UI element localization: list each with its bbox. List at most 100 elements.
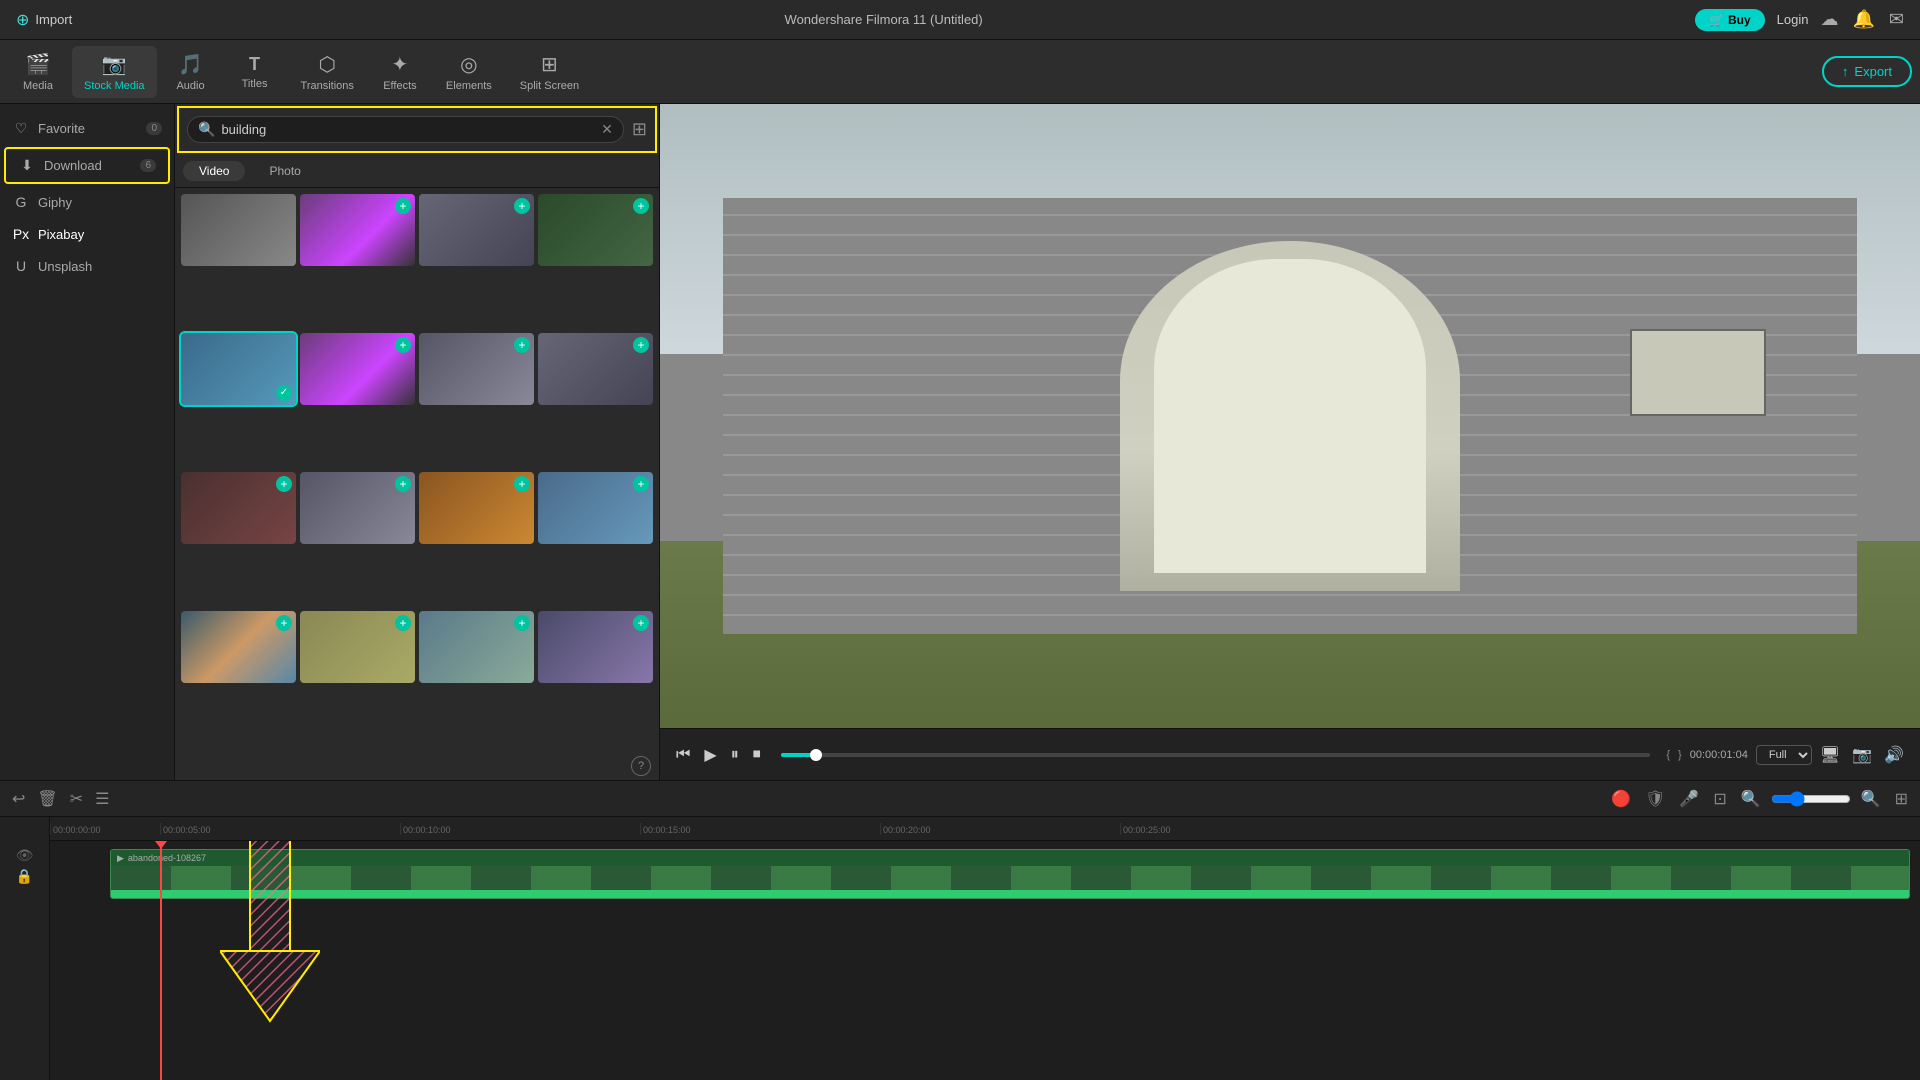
toolbar-item-elements[interactable]: ◎ Elements <box>434 46 504 98</box>
sidebar-item-favorite[interactable]: ♡ Favorite 0 <box>0 112 174 145</box>
quality-select[interactable]: Full 1/2 1/4 <box>1756 745 1812 765</box>
media-thumb-2[interactable]: + <box>300 194 415 266</box>
thumb-plus-6[interactable]: + <box>395 337 411 353</box>
shield-button[interactable]: 🛡 <box>1641 785 1669 813</box>
ruler-mark-2: 00:00:10:00 <box>400 823 640 835</box>
ruler-time-2: 00:00:10:00 <box>403 825 451 835</box>
list-button[interactable]: ☰ <box>91 785 113 813</box>
sidebar: ♡ Favorite 0 ⬇ Download 6 G Giphy <box>0 104 175 780</box>
toolbar-item-split-screen[interactable]: ⊞ Split Screen <box>508 46 591 98</box>
media-thumb-7[interactable]: + <box>419 333 534 405</box>
media-thumb-1[interactable] <box>181 194 296 266</box>
media-thumb-10[interactable]: + <box>300 472 415 544</box>
bell-icon[interactable]: 🔔 <box>1852 9 1874 30</box>
toolbar-item-effects[interactable]: ✦ Effects <box>370 46 430 98</box>
grid-view-button[interactable]: ⊞ <box>1891 785 1912 813</box>
media-thumb-8[interactable]: + <box>538 333 653 405</box>
media-grid: + + + ✓ + <box>175 188 659 752</box>
audio-label: Audio <box>176 80 204 92</box>
sidebar-item-download[interactable]: ⬇ Download 6 <box>6 149 168 182</box>
thumb-plus-9[interactable]: + <box>276 476 292 492</box>
search-clear-icon[interactable]: ✕ <box>601 121 613 138</box>
tab-video[interactable]: Video <box>183 161 245 181</box>
thumb-plus-16[interactable]: + <box>633 615 649 631</box>
timeline-toolbar: ↩ 🗑 ✂ ☰ 🔴 🛡 🎤 ⊡ 🔍 🔍 ⊞ <box>0 781 1920 817</box>
thumb-plus-2[interactable]: + <box>395 198 411 214</box>
magnet-button[interactable]: 🔴 <box>1607 785 1635 813</box>
search-input[interactable] <box>221 122 595 137</box>
thumb-check-5: ✓ <box>276 385 292 401</box>
thumb-plus-10[interactable]: + <box>395 476 411 492</box>
media-thumb-13[interactable]: + <box>181 611 296 683</box>
media-thumb-16[interactable]: + <box>538 611 653 683</box>
media-thumb-11[interactable]: + <box>419 472 534 544</box>
mail-icon[interactable]: ✉ <box>1889 9 1904 30</box>
thumb-plus-12[interactable]: + <box>633 476 649 492</box>
media-thumb-14[interactable]: + <box>300 611 415 683</box>
play-button[interactable]: ▶ <box>700 741 720 769</box>
media-thumb-4[interactable]: + <box>538 194 653 266</box>
help-area: ? <box>175 752 659 780</box>
thumb-plus-7[interactable]: + <box>514 337 530 353</box>
preview-progress-fill <box>781 753 816 757</box>
media-icon: 🎬 <box>26 52 51 77</box>
undo-button[interactable]: ↩ <box>8 785 29 813</box>
volume-icon[interactable]: 🔊 <box>1880 741 1908 769</box>
delete-button[interactable]: 🗑 <box>33 785 61 813</box>
cloud-icon[interactable]: ☁ <box>1820 9 1838 30</box>
help-icon[interactable]: ? <box>631 756 651 776</box>
toolbar-item-transitions[interactable]: ⬡ Transitions <box>289 46 366 98</box>
toolbar-item-titles[interactable]: T Titles <box>225 48 285 96</box>
media-thumb-9[interactable]: + <box>181 472 296 544</box>
cut-button[interactable]: ✂ <box>66 785 87 813</box>
thumb-plus-4[interactable]: + <box>633 198 649 214</box>
preview-progress-thumb <box>810 749 822 761</box>
media-thumb-6[interactable]: + <box>300 333 415 405</box>
pause-button[interactable]: ⏸ <box>727 742 743 768</box>
elements-label: Elements <box>446 80 492 92</box>
thumb-plus-8[interactable]: + <box>633 337 649 353</box>
lock-icon[interactable]: 🔒 <box>16 868 33 885</box>
crop-button[interactable]: ⊡ <box>1709 785 1730 813</box>
stock-media-icon: 📷 <box>102 52 127 77</box>
sidebar-item-giphy[interactable]: G Giphy <box>0 186 174 218</box>
sidebar-item-unsplash[interactable]: U Unsplash <box>0 250 174 282</box>
mic-button[interactable]: 🎤 <box>1675 785 1703 813</box>
stop-button[interactable]: ⏹ <box>749 742 765 768</box>
zoom-in-button[interactable]: 🔍 <box>1857 785 1885 813</box>
timeline-content: ▶ abandoned-108267 <box>50 841 1920 1080</box>
clip-label: abandoned-108267 <box>128 853 206 863</box>
ruler-mark-4: 00:00:20:00 <box>880 823 1120 835</box>
zoom-button[interactable]: 🔍 <box>1737 785 1765 813</box>
pixabay-icon: Px <box>12 226 30 242</box>
thumb-plus-13[interactable]: + <box>276 615 292 631</box>
snapshot-icon[interactable]: 📷 <box>1848 741 1876 769</box>
export-button[interactable]: ↑ Export <box>1822 56 1912 87</box>
timeline-playhead[interactable] <box>160 841 162 1080</box>
media-thumb-15[interactable]: + <box>419 611 534 683</box>
preview-progress-bar[interactable] <box>781 753 1651 757</box>
buy-button[interactable]: 🛒 Buy <box>1695 9 1765 31</box>
thumb-plus-14[interactable]: + <box>395 615 411 631</box>
skip-back-button[interactable]: ⏮ <box>672 742 694 768</box>
media-thumb-12[interactable]: + <box>538 472 653 544</box>
tab-photo[interactable]: Photo <box>253 161 316 181</box>
toolbar-item-audio[interactable]: 🎵 Audio <box>161 46 221 98</box>
thumb-plus-15[interactable]: + <box>514 615 530 631</box>
sidebar-item-pixabay[interactable]: Px Pixabay <box>0 218 174 250</box>
monitor-icon[interactable]: 🖥 <box>1816 741 1844 769</box>
import-button[interactable]: ⊕ Import <box>16 10 72 30</box>
media-thumb-3[interactable]: + <box>419 194 534 266</box>
media-thumb-5[interactable]: ✓ <box>181 333 296 405</box>
sidebar-unsplash-label: Unsplash <box>38 259 92 274</box>
toolbar-item-media[interactable]: 🎬 Media <box>8 46 68 98</box>
ruler-mark-5: 00:00:25:00 <box>1120 823 1360 835</box>
eye-icon[interactable]: 👁 <box>16 847 34 864</box>
zoom-slider[interactable] <box>1771 791 1851 807</box>
thumb-plus-3[interactable]: + <box>514 198 530 214</box>
track-clip-video[interactable]: ▶ abandoned-108267 <box>110 849 1910 899</box>
toolbar-item-stock-media[interactable]: 📷 Stock Media <box>72 46 157 98</box>
grid-toggle-icon[interactable]: ⊞ <box>632 119 647 140</box>
login-button[interactable]: Login <box>1777 12 1809 27</box>
thumb-plus-11[interactable]: + <box>514 476 530 492</box>
